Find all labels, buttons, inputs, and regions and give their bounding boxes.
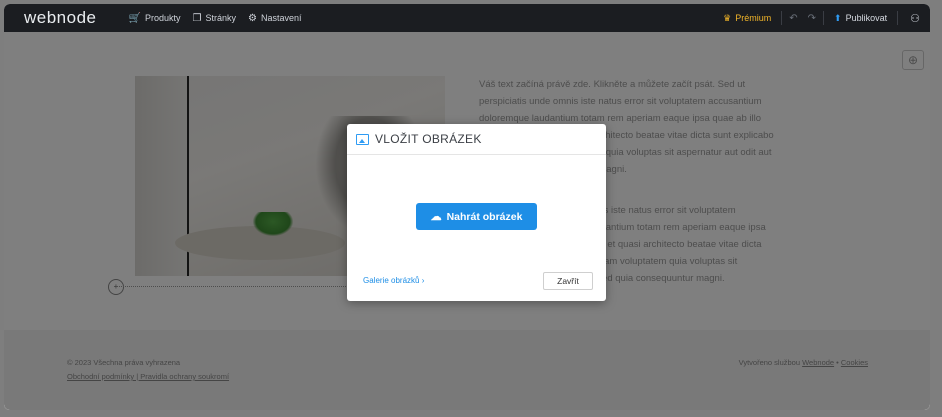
chevron-right-icon: ›: [421, 276, 425, 285]
insert-image-dialog: VLOŽIT OBRÁZEK ☁ Nahrát obrázek Galerie …: [347, 124, 606, 301]
upload-label: Nahrát obrázek: [446, 210, 523, 223]
nav-settings-label: Nastavení: [260, 13, 302, 23]
browser-frame: webnode 🛒 Produkty ❐ Stránky ⚙ Nastavení…: [4, 4, 930, 410]
premium-button[interactable]: ♛ Prémium: [715, 13, 779, 24]
close-button[interactable]: Zavřít: [543, 272, 593, 290]
dialog-title: VLOŽIT OBRÁZEK: [375, 132, 482, 146]
cloud-upload-icon: ☁: [430, 211, 442, 223]
image-icon: [356, 133, 369, 145]
upload-arrow-icon: ⬆: [834, 12, 842, 23]
nav-products-label: Produkty: [144, 13, 181, 23]
webnode-logo: webnode: [24, 8, 97, 27]
nav-settings[interactable]: ⚙ Nastavení: [242, 4, 308, 32]
undo-icon[interactable]: ↶: [784, 13, 802, 24]
top-toolbar: webnode 🛒 Produkty ❐ Stránky ⚙ Nastavení…: [4, 4, 930, 32]
nav-products[interactable]: 🛒 Produkty: [123, 4, 187, 32]
image-gallery-link[interactable]: Galerie obrázků ›: [363, 276, 424, 285]
crown-icon: ♛: [723, 12, 732, 23]
gallery-label: Galerie obrázků: [363, 276, 420, 285]
redo-icon[interactable]: ↷: [803, 13, 821, 24]
nav-pages-label: Stránky: [205, 13, 236, 23]
dialog-header: VLOŽIT OBRÁZEK: [347, 124, 606, 155]
close-label: Zavřít: [557, 276, 579, 286]
toolbar-divider: [823, 11, 825, 25]
nav-pages[interactable]: ❐ Stránky: [187, 4, 242, 32]
upload-image-button[interactable]: ☁ Nahrát obrázek: [416, 203, 537, 230]
publish-button[interactable]: ⬆ Publikovat: [826, 13, 895, 24]
publish-label: Publikovat: [845, 13, 888, 23]
cart-icon: 🛒: [128, 12, 141, 24]
user-icon[interactable]: ⚇: [900, 12, 930, 25]
pages-icon: ❐: [192, 12, 202, 24]
gear-icon: ⚙: [247, 12, 257, 24]
toolbar-divider: [897, 11, 899, 25]
toolbar-divider: [781, 11, 783, 25]
premium-label: Prémium: [735, 13, 772, 23]
